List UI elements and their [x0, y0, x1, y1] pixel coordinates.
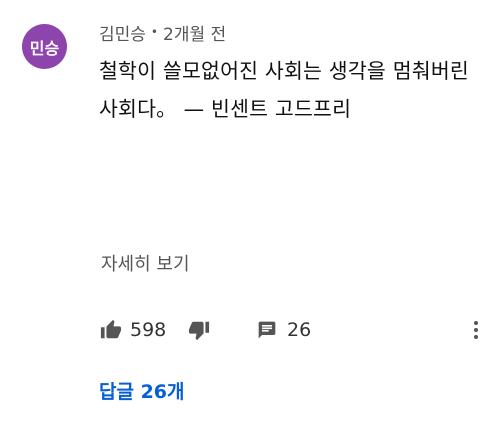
comment-text: 철학이 쓸모없어진 사회는 생각을 멈춰버린 사회다。 — 빈센트 고드프리 [99, 59, 469, 121]
reply-count: 26 [287, 319, 312, 341]
action-bar: 598 26 [100, 315, 480, 345]
more-vert-icon [472, 319, 480, 341]
comment-icon [257, 320, 277, 340]
avatar[interactable]: 민승 [22, 24, 67, 69]
separator-dot: • [150, 25, 158, 39]
comment-button[interactable]: 26 [257, 315, 311, 345]
comment-header: 김민승 • 2개월 전 [99, 18, 226, 46]
view-replies-link[interactable]: 답글 26개 [99, 377, 185, 404]
thumb-down-icon [188, 319, 210, 341]
read-more-link[interactable]: 자세히 보기 [101, 250, 190, 276]
thumb-up-icon [100, 319, 122, 341]
more-options-button[interactable] [472, 315, 480, 345]
dislike-button[interactable] [188, 315, 210, 345]
like-count: 598 [130, 319, 167, 341]
like-button[interactable]: 598 [100, 315, 166, 345]
author-name[interactable]: 김민승 [99, 20, 146, 45]
avatar-initials: 민승 [29, 38, 60, 58]
comment-time[interactable]: 2개월 전 [163, 20, 226, 45]
